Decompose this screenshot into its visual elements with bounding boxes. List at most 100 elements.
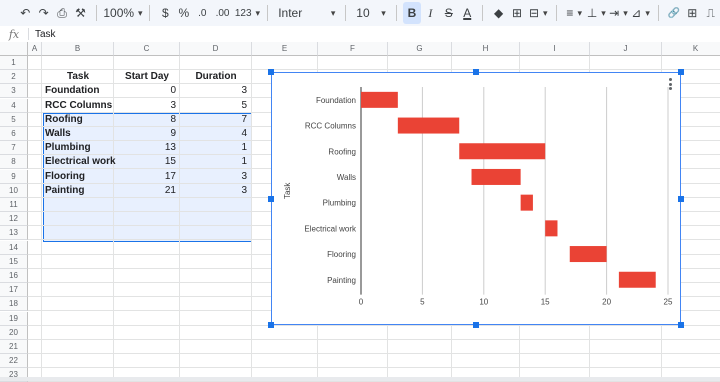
duration-cell[interactable]: 5 <box>180 99 247 113</box>
column-title-duration[interactable]: Duration <box>180 70 252 84</box>
duration-cell[interactable]: 4 <box>180 127 247 141</box>
task-cell[interactable]: Flooring <box>45 170 115 184</box>
row-header[interactable]: 12 <box>0 212 28 226</box>
row-header[interactable]: 22 <box>0 354 28 368</box>
column-header[interactable]: J <box>590 42 662 56</box>
column-header[interactable]: F <box>318 42 388 56</box>
column-header[interactable]: H <box>452 42 520 56</box>
start-day-cell[interactable]: 9 <box>114 127 176 141</box>
duration-cell[interactable]: 3 <box>180 84 247 98</box>
start-day-cell[interactable]: 0 <box>114 84 176 98</box>
increase-decimal-button[interactable]: .00 <box>211 2 233 24</box>
column-header[interactable]: A <box>28 42 42 56</box>
column-header[interactable]: I <box>520 42 590 56</box>
merge-cells-button[interactable]: ⊟ ▾ <box>526 2 550 24</box>
row-header[interactable]: 20 <box>0 326 28 340</box>
formula-input[interactable]: Task <box>35 29 56 40</box>
resize-handle[interactable] <box>473 322 479 328</box>
task-cell[interactable]: Walls <box>45 127 115 141</box>
resize-handle[interactable] <box>678 195 684 202</box>
start-day-cell[interactable]: 13 <box>114 141 176 155</box>
column-title-task[interactable]: Task <box>42 70 114 84</box>
gantt-chart[interactable]: 0 5 10 15 20 25 Foundation RCC Columns Roofing Wa… <box>268 69 684 328</box>
row-header[interactable]: 5 <box>0 113 28 127</box>
duration-cell[interactable]: 3 <box>180 170 247 184</box>
column-title-start-day[interactable]: Start Day <box>114 70 180 84</box>
row-header[interactable]: 15 <box>0 255 28 269</box>
task-cell[interactable]: Painting <box>45 184 115 198</box>
row-header[interactable]: 13 <box>0 226 28 240</box>
row-header[interactable]: 19 <box>0 312 28 326</box>
font-family-select[interactable]: Inter ▾ <box>274 2 339 24</box>
start-day-cell[interactable]: 17 <box>114 170 176 184</box>
text-rotation-button[interactable]: ⊿ ▾ <box>630 2 652 24</box>
redo-icon[interactable]: ↷ <box>34 2 52 24</box>
text-wrap-button[interactable]: ⇥ ▾ <box>607 2 629 24</box>
duration-cell[interactable]: 7 <box>180 113 247 127</box>
row-header[interactable]: 14 <box>0 241 28 255</box>
borders-icon[interactable]: ⊞ <box>508 2 526 24</box>
resize-handle[interactable] <box>268 195 274 202</box>
resize-handle[interactable] <box>268 322 274 328</box>
start-day-cell[interactable]: 3 <box>114 99 176 113</box>
column-header[interactable]: E <box>252 42 318 56</box>
currency-button[interactable]: $ <box>156 2 174 24</box>
fill-color-icon[interactable]: ◆ <box>489 2 507 24</box>
zoom-select[interactable]: 100% ▾ <box>103 2 144 24</box>
column-header[interactable]: K <box>662 42 720 56</box>
row-header[interactable]: 7 <box>0 141 28 155</box>
gantt-bar <box>459 143 546 160</box>
row-header[interactable]: 21 <box>0 340 28 354</box>
task-cell[interactable]: RCC Columns <box>45 99 115 113</box>
more-formats-select[interactable]: 123 ▾ <box>234 2 262 24</box>
column-header[interactable]: G <box>388 42 452 56</box>
duration-cell[interactable]: 1 <box>180 155 247 169</box>
start-day-cell[interactable]: 8 <box>114 113 176 127</box>
chart-menu-icon[interactable] <box>669 78 673 90</box>
decrease-decimal-button[interactable]: .0 <box>193 2 211 24</box>
chart-icon[interactable]: ⎍ <box>701 2 719 24</box>
row-header[interactable]: 10 <box>0 184 28 198</box>
row-header[interactable]: 6 <box>0 127 28 141</box>
italic-button[interactable]: I <box>421 2 439 24</box>
task-cell[interactable]: Roofing <box>45 113 115 127</box>
row-header[interactable]: 16 <box>0 269 28 283</box>
start-day-cell[interactable]: 21 <box>114 184 176 198</box>
row-header[interactable]: 8 <box>0 155 28 169</box>
align-bottom-icon: ⊥ <box>586 6 598 20</box>
column-header[interactable]: C <box>114 42 180 56</box>
text-color-button[interactable]: A <box>458 2 476 24</box>
column-header[interactable]: B <box>42 42 114 56</box>
font-size-select[interactable]: 10 ▾ <box>352 2 390 24</box>
horizontal-align-button[interactable]: ≡ ▾ <box>563 2 585 24</box>
row-header[interactable]: 1 <box>0 56 28 70</box>
link-icon[interactable]: 🔗 <box>665 2 683 24</box>
select-all-corner[interactable] <box>0 42 28 56</box>
print-icon[interactable]: ⎙ <box>53 2 71 24</box>
resize-handle[interactable] <box>678 69 684 75</box>
percent-button[interactable]: % <box>175 2 193 24</box>
duration-cell[interactable]: 3 <box>180 184 247 198</box>
bold-button[interactable]: B <box>402 2 422 24</box>
strikethrough-button[interactable]: S <box>440 2 458 24</box>
resize-handle[interactable] <box>678 322 684 328</box>
vertical-align-button[interactable]: ⊥ ▾ <box>585 2 607 24</box>
task-cell[interactable]: Plumbing <box>45 141 115 155</box>
column-header[interactable]: D <box>180 42 252 56</box>
undo-icon[interactable]: ↶ <box>16 2 34 24</box>
duration-cell[interactable]: 1 <box>180 141 247 155</box>
row-header[interactable]: 17 <box>0 283 28 297</box>
task-cell[interactable]: Foundation <box>45 84 115 98</box>
row-header[interactable]: 11 <box>0 198 28 212</box>
row-header[interactable]: 3 <box>0 84 28 98</box>
row-header[interactable]: 9 <box>0 170 28 184</box>
row-header[interactable]: 18 <box>0 297 28 311</box>
resize-handle[interactable] <box>268 69 274 75</box>
resize-handle[interactable] <box>473 69 479 75</box>
paint-format-icon[interactable]: ⚒ <box>71 2 89 24</box>
start-day-cell[interactable]: 15 <box>114 155 176 169</box>
comment-icon[interactable]: ⊞ <box>683 2 701 24</box>
task-cell[interactable]: Electrical work <box>45 155 116 169</box>
row-header[interactable]: 4 <box>0 99 28 113</box>
row-header[interactable]: 2 <box>0 70 28 84</box>
